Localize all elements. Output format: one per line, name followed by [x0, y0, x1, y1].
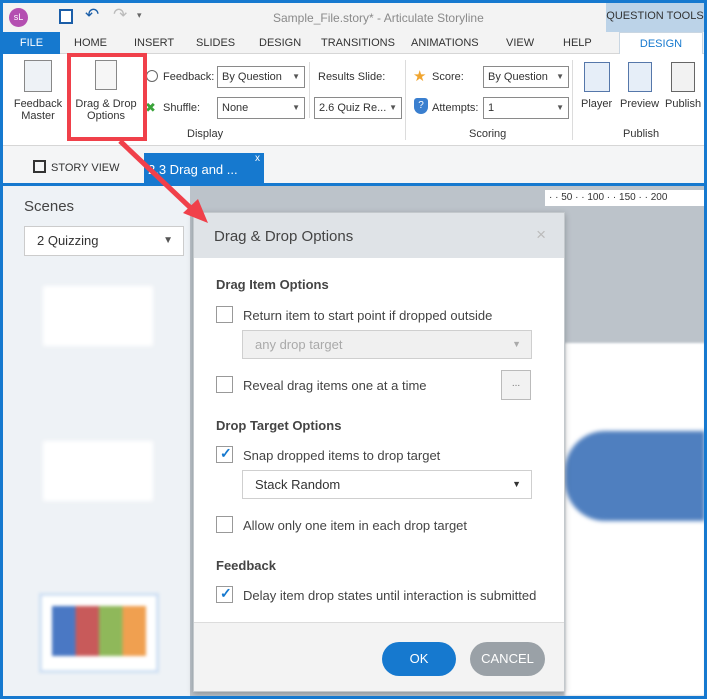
arrow-line — [118, 139, 198, 215]
storyline-window: sL ↶ ↷ ▾ Sample_File.story* - Articulate… — [3, 3, 704, 696]
annotation-arrow — [118, 139, 208, 223]
